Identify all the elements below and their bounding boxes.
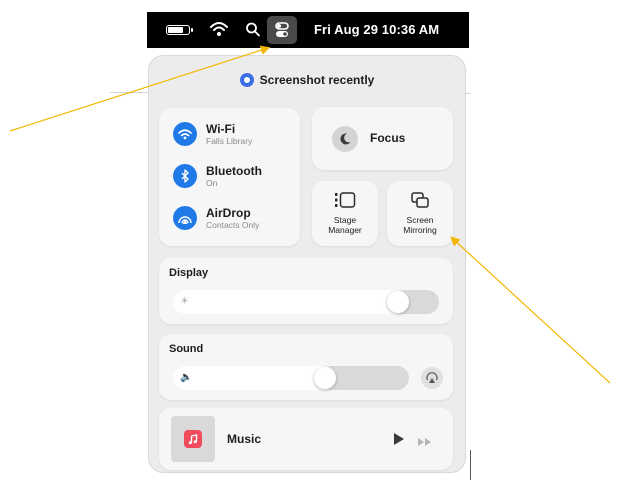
annotation-arrow-screen-mirroring — [450, 236, 611, 384]
annotation-layer — [9, 45, 611, 384]
annotation-arrow-control-center — [9, 45, 271, 132]
